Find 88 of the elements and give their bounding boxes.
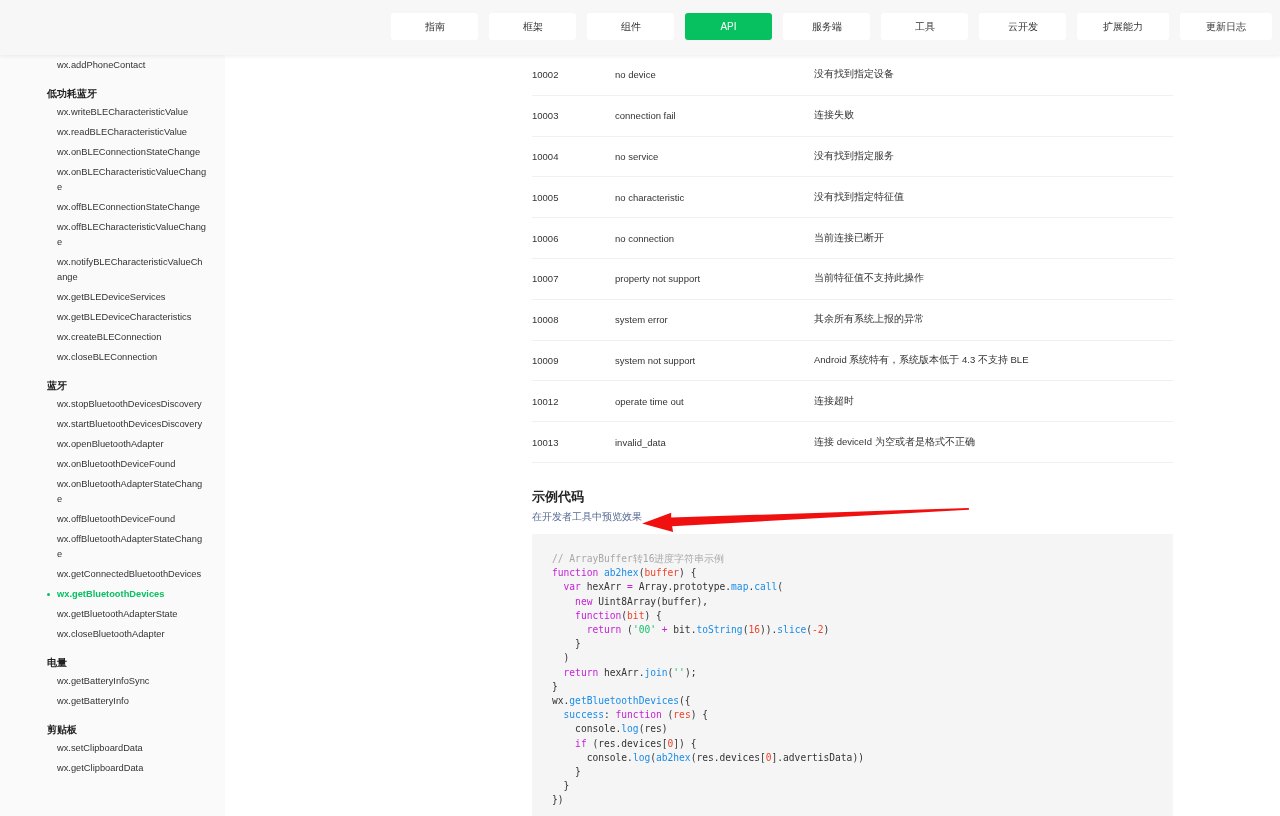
code-line: success: function (res) { (562, 708, 708, 723)
table-cell: 没有找到指定设备 (814, 68, 894, 82)
sidebar-item[interactable]: wx.onBLECharacteristicValueChange (47, 162, 207, 197)
sidebar-item[interactable]: wx.getClipboardData (47, 758, 207, 778)
code-line: function(bit) { (574, 608, 662, 623)
table-cell: 当前特征值不支持此操作 (814, 272, 924, 286)
sidebar-item[interactable]: wx.getBLEDeviceCharacteristics (47, 307, 207, 327)
code-line: } (574, 765, 581, 779)
sidebar-item[interactable]: wx.writeBLECharacteristicValue (47, 102, 207, 122)
code-line: } (552, 679, 558, 694)
table-cell-text: system error (615, 314, 669, 326)
code-line: console.log(res) (574, 722, 668, 737)
table-cell-text: 10005 (532, 191, 560, 203)
sidebar-item[interactable]: wx.openBluetoothAdapter (47, 434, 207, 454)
table-cell-text: operate time out (615, 395, 685, 407)
nav-tab[interactable]: 框架 (489, 13, 576, 40)
sidebar-group-title: 电量 (47, 656, 68, 670)
code-line: function ab2hex(buffer) { (552, 566, 697, 581)
table-cell: 没有找到指定特征值 (814, 190, 904, 204)
table-cell: 没有找到指定服务 (814, 150, 894, 163)
sidebar-group-title: 低功耗蓝牙 (47, 87, 98, 101)
table-cell-text: no characteristic (615, 191, 686, 203)
sidebar-item[interactable]: wx.getBLEDeviceServices (47, 287, 207, 307)
table-cell-text: 10007 (532, 273, 560, 285)
table-cell-text: 10006 (532, 232, 560, 244)
code-line: return ('00' + bit.toString(16)).slice(-2) (585, 623, 830, 637)
sidebar-item[interactable]: wx.readBLECharacteristicValue (47, 122, 207, 142)
table-cell-text: no service (615, 151, 660, 162)
table-cell: 当前连接已断开 (814, 231, 884, 245)
table-cell-text: 10008 (532, 314, 560, 326)
preview-link[interactable]: 在开发者工具中预览效果 (532, 510, 642, 524)
sidebar-item[interactable]: wx.getBatteryInfo (47, 691, 207, 711)
code-line: return hexArr.join(''); (562, 665, 697, 680)
sidebar-item[interactable]: wx.closeBLEConnection (47, 347, 207, 367)
nav-tab[interactable]: 云开发 (979, 13, 1066, 40)
nav-tab[interactable]: 扩展能力 (1077, 13, 1169, 40)
sidebar-group-title: 蓝牙 (47, 379, 68, 393)
nav-tab[interactable]: 工具 (881, 13, 968, 40)
sidebar-item[interactable]: wx.getBluetoothAdapterState (47, 604, 207, 624)
sidebar-item[interactable]: wx.createBLEConnection (47, 327, 207, 347)
table-cell-text: system not support (615, 354, 697, 366)
table-cell-text: property not support (615, 273, 702, 285)
code-line: } (574, 637, 581, 652)
sidebar-item[interactable]: wx.onBLEConnectionStateChange (47, 142, 207, 162)
sidebar-item[interactable]: wx.onBluetoothAdapterStateChange (47, 474, 207, 509)
sidebar-item[interactable]: wx.startBluetoothDevicesDiscovery (47, 414, 207, 434)
sidebar-item[interactable]: wx.setClipboardData (47, 738, 207, 758)
table-cell-text: no device (615, 69, 657, 81)
table-cell-text: 10009 (532, 354, 560, 366)
sidebar-item[interactable]: wx.closeBluetoothAdapter (47, 624, 207, 644)
code-line: ) (562, 651, 570, 666)
sidebar-item[interactable]: wx.notifyBLECharacteristicValueChange (47, 252, 207, 287)
table-cell-text: 10003 (532, 110, 560, 122)
sidebar-item[interactable]: wx.offBluetoothDeviceFound (47, 509, 207, 529)
code-line: }) (552, 793, 564, 808)
table-cell-text: 10012 (532, 395, 560, 407)
section-heading: 示例代码 (532, 488, 585, 506)
sidebar-item[interactable]: wx.offBLEConnectionStateChange (47, 197, 207, 217)
sidebar-item[interactable]: wx.onBluetoothDeviceFound (47, 454, 207, 474)
code-line: if (res.devices[0]) { (574, 736, 697, 751)
table-cell: 连接失败 (814, 109, 854, 123)
table-cell: Android 系统特有，系统版本低于 4.3 不支持 BLE (814, 353, 1029, 367)
nav-tab[interactable]: 更新日志 (1180, 13, 1272, 40)
table-cell-text: 10004 (532, 151, 560, 162)
code-line: } (562, 779, 570, 794)
code-line: wx.getBluetoothDevices({ (552, 694, 691, 708)
sidebar-item[interactable]: wx.getBatteryInfoSync (47, 671, 207, 691)
table-cell: 连接 deviceId 为空或者是格式不正确 (814, 435, 975, 449)
sidebar-item[interactable]: wx.addPhoneContact (47, 55, 207, 75)
table-cell-text: invalid_data (615, 436, 667, 448)
table-cell-text: no connection (615, 232, 676, 244)
table-cell: 其余所有系统上报的异常 (814, 313, 924, 327)
code-line: var hexArr = Array.prototype.map.call( (562, 580, 784, 595)
code-line: // ArrayBuffer转16进度字符串示例 (552, 551, 725, 566)
sidebar-group-title: 剪贴板 (47, 723, 78, 737)
sidebar-item[interactable]: wx.offBLECharacteristicValueChange (47, 217, 207, 252)
table-cell-text: 10013 (532, 436, 560, 448)
table-cell: 连接超时 (814, 394, 854, 408)
sidebar-item[interactable]: wx.getConnectedBluetoothDevices (47, 564, 207, 584)
sidebar-item[interactable]: wx.offBluetoothAdapterStateChange (47, 529, 207, 564)
nav-tab[interactable]: 指南 (391, 13, 478, 40)
nav-tab[interactable]: 组件 (587, 13, 674, 40)
code-line: console.log(ab2hex(res.devices[0].advertisData)) (585, 750, 864, 765)
code-line: new Uint8Array(buffer), (574, 594, 708, 609)
nav-tab[interactable]: 服务端 (783, 13, 870, 40)
table-cell-text: connection fail (615, 110, 677, 122)
table-cell-text: 10002 (532, 69, 560, 81)
sidebar-item[interactable]: wx.stopBluetoothDevicesDiscovery (47, 394, 207, 414)
